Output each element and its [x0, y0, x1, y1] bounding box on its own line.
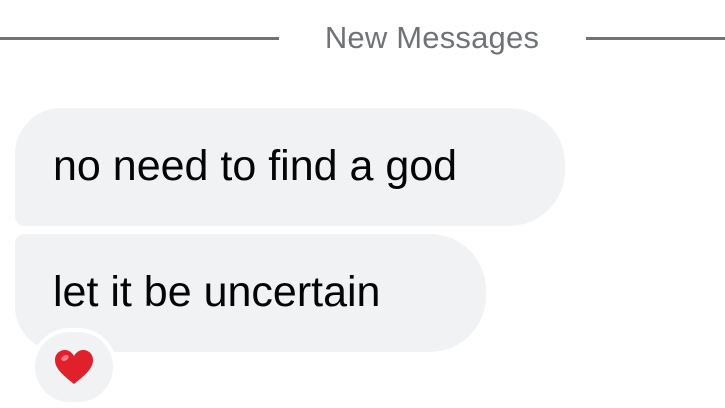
heart-icon	[53, 348, 95, 386]
reaction-badge[interactable]	[31, 328, 117, 406]
divider-line-right	[586, 37, 725, 40]
chat-thread: New Messages no need to find a god let i…	[0, 0, 725, 408]
divider-line-left	[0, 37, 279, 40]
message-bubble[interactable]: no need to find a god	[15, 108, 565, 226]
new-messages-divider: New Messages	[0, 22, 725, 54]
new-messages-label: New Messages	[324, 20, 540, 55]
